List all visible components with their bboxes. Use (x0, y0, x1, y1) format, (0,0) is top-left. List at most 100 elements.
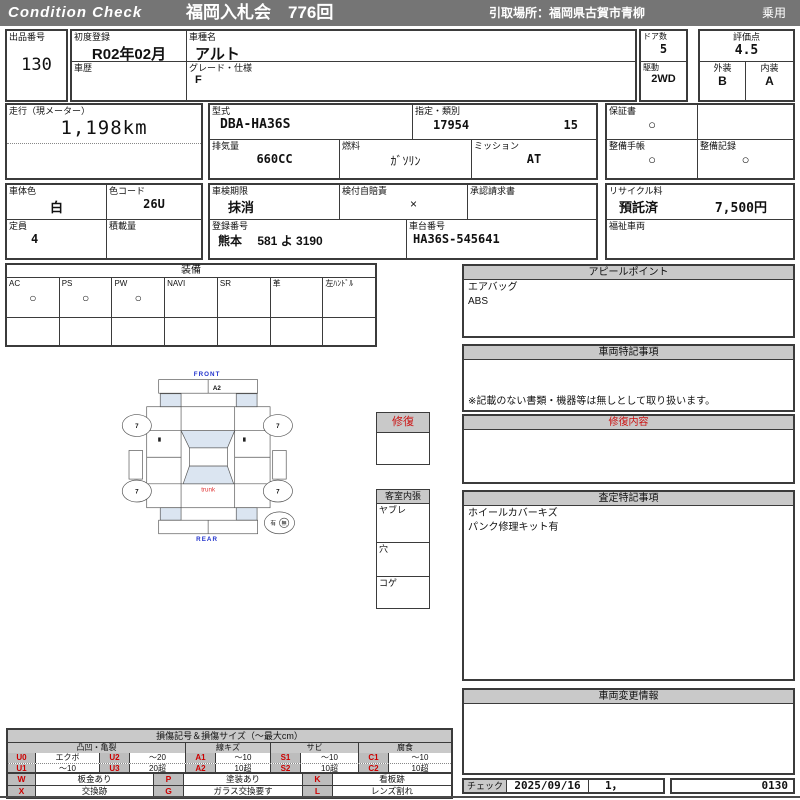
field-body-color: 車体色 白 (7, 185, 107, 220)
welfare-vehicle-label: 福祉車両 (609, 221, 646, 231)
assessment-notes-panel: 査定特記事項 ホイールカバーキズ パンク修理キット有 (462, 490, 795, 681)
equipment-label: 革 (272, 279, 281, 288)
equipment-label: AC (9, 279, 21, 288)
registration-number-label: 登録番号 (212, 221, 249, 231)
fuel-label: 燃料 (342, 141, 361, 151)
class-sub-value: 15 (563, 118, 578, 132)
field-welfare-vehicle: 福祉車両 (607, 220, 793, 258)
equipment-empty-cell (218, 318, 271, 347)
maintenance-record-label: 整備記録 (700, 141, 737, 151)
front-cowl-left (159, 393, 182, 408)
model-name-label: 車種名 (189, 32, 217, 42)
field-blank (698, 105, 793, 140)
equipment-empty-cell (323, 318, 375, 347)
legend-code: W (8, 774, 36, 785)
recycle-status-value: 預託済 (619, 199, 659, 215)
pickup-location: 引取場所：福岡県古賀市青柳 (489, 6, 646, 20)
damage-legend-title: 損傷記号＆損傷サイズ（〜最大cm） (8, 730, 451, 743)
equipment-label: SR (219, 279, 231, 288)
field-model-code: 型式 DBA-HA36S (210, 105, 413, 140)
right-side-step (272, 450, 287, 480)
drive-value: 2WD (651, 72, 676, 85)
field-exterior-grade: 外装 B (700, 62, 746, 100)
legend-code: K (303, 774, 333, 785)
repair-legend-table: W 板金あり P 塗装あり K 看板跡 X 交換跡 G ガラス交換要す L レン… (6, 772, 453, 799)
equipment-mark: ○ (29, 290, 37, 305)
equipment-title: 装備 (7, 265, 375, 278)
legend-code: C1 (359, 753, 389, 763)
brand-title: Condition Check (8, 4, 143, 21)
legend-desc: 〜10 (301, 753, 359, 763)
inspection-registration-box: 車検期限 抹消 検付自賠責 × 承認請求書 登録番号 熊本 581 よ 3190… (208, 183, 598, 260)
tire-tread-rr: 7 (276, 489, 280, 496)
doors-value: 5 (659, 41, 668, 56)
front-label: FRONT (194, 371, 221, 378)
legend-group-corrosion: 腐食 (359, 743, 451, 753)
displacement-value: 660CC (256, 151, 293, 166)
left-side-step (128, 450, 143, 480)
registration-number-value: 熊本 581 よ 3190 (218, 233, 323, 248)
legend-desc: 〜10 (411, 753, 429, 762)
auction-condition-sheet: Condition Check 福岡入札会 776回 引取場所：福岡県古賀市青柳… (0, 0, 800, 800)
interior-lining-row-tear: ヤブレ (379, 505, 407, 515)
rear-cowl-left (159, 507, 182, 521)
load-capacity-label: 積載量 (109, 221, 137, 231)
warranty-mark: ○ (648, 116, 656, 132)
assessment-notes-title: 査定特記事項 (464, 492, 793, 506)
interior-lining-title: 客室内張 (377, 490, 429, 504)
check-value: 1， (605, 779, 623, 792)
vehicle-notes-panel: 車両特記事項 ※記載のない書類・機器等は無しとして取り扱います。 (462, 344, 795, 412)
maintenance-book-mark: ○ (648, 151, 656, 167)
damage-legend-table: 損傷記号＆損傷サイズ（〜最大cm） 凸凹・亀裂 線キズ サビ 腐食 U0 エクボ… (6, 728, 453, 776)
transmission-label: ミッション (474, 141, 520, 151)
doors-label: ドア数 (643, 32, 667, 41)
color-code-value: 26U (143, 196, 165, 211)
bottom-rule (0, 796, 800, 798)
rear-label: REAR (196, 536, 218, 543)
legend-group-rust: サビ (271, 743, 359, 753)
displacement-label: 排気量 (212, 141, 240, 151)
first-registration-value: R02年02月 (91, 45, 167, 62)
exhibit-number-label: 出品番号 (9, 32, 46, 42)
field-warranty: 保証書 ○ (607, 105, 698, 140)
legend-desc: 板金あり (36, 774, 154, 785)
legend-code: S1 (271, 753, 301, 763)
tire-tread-rl: 7 (135, 489, 139, 496)
legend-desc: 看板跡 (379, 774, 405, 784)
equipment-label: 左ﾊﾝﾄﾞﾙ (325, 279, 354, 288)
model-code-box: 型式 DBA-HA36S 指定・類別 17954 15 排気量 660CC 燃料… (208, 103, 598, 180)
maintenance-book-label: 整備手帳 (609, 141, 646, 151)
grade-label: グレード・仕様 (189, 63, 253, 73)
repair-content-panel: 修復内容 (462, 414, 795, 484)
equipment-col-sr: SR (218, 278, 271, 317)
equipment-mark: ○ (81, 290, 90, 305)
field-maintenance-record: 整備記録 ○ (698, 140, 793, 178)
documents-box: 保証書 ○ 整備手帳 ○ 整備記録 ○ (605, 103, 795, 180)
rear-window (182, 465, 235, 485)
appeal-points-title: アピールポイント (464, 266, 793, 280)
repair-flag-title: 修復 (377, 413, 429, 433)
drive-label: 駆動 (643, 63, 659, 72)
class-number-label: 指定・類別 (415, 106, 461, 116)
appeal-points-body: エアバッグ ABS (468, 282, 518, 307)
field-drive: 駆動 2WD (641, 62, 686, 100)
tire-tread-fr: 7 (276, 423, 280, 430)
field-approval-request: 承認請求書 (468, 185, 596, 220)
field-inspection-term: 車検期限 抹消 (210, 185, 340, 220)
trunk-label: trunk (201, 487, 216, 494)
chassis-number-value: HA36S-545641 (413, 231, 500, 246)
equipment-empty-cell (271, 318, 324, 347)
legend-code: U2 (100, 753, 130, 763)
body-color-label: 車体色 (9, 186, 37, 196)
score-label: 評価点 (732, 32, 760, 42)
vehicle-history-label: 車歴 (74, 63, 93, 73)
field-score: 評価点 4.5 (700, 31, 793, 62)
score-value: 4.5 (734, 42, 759, 58)
field-grade: グレード・仕様 F (187, 62, 635, 100)
class-number-value: 17954 (433, 118, 470, 132)
legend-desc: 塗装あり (184, 774, 303, 785)
divider (7, 143, 201, 144)
recycle-fee-label: リサイクル料 (609, 186, 663, 196)
legend-desc: 〜10 (216, 753, 271, 763)
capacity-value: 4 (31, 231, 39, 246)
